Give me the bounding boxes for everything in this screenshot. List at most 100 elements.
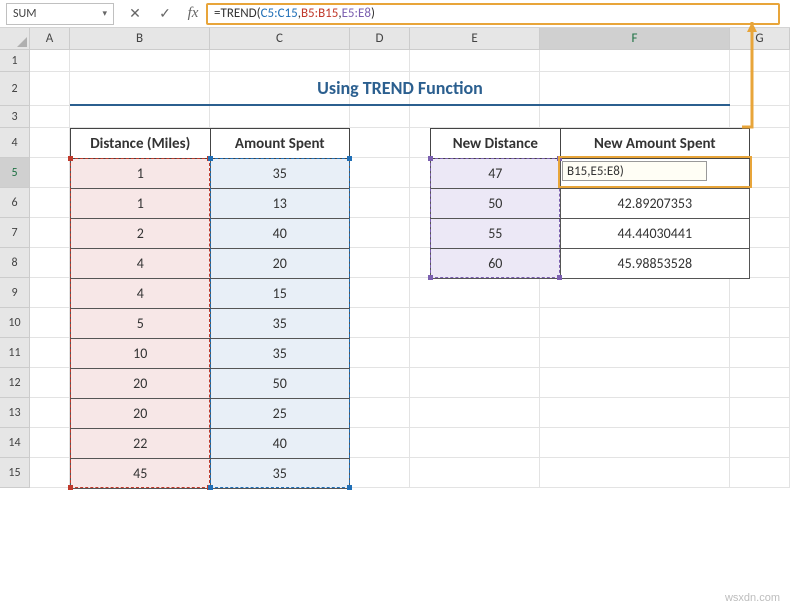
cell[interactable] bbox=[350, 368, 410, 398]
row-header-13[interactable]: 13 bbox=[0, 398, 30, 428]
cell-amount[interactable]: 50 bbox=[210, 369, 350, 399]
cell[interactable] bbox=[730, 338, 790, 368]
cell-amount[interactable]: 40 bbox=[210, 219, 350, 249]
cell[interactable] bbox=[350, 458, 410, 488]
cell[interactable] bbox=[30, 308, 70, 338]
cell[interactable] bbox=[350, 308, 410, 338]
cell[interactable] bbox=[350, 338, 410, 368]
cell[interactable] bbox=[350, 106, 410, 128]
cell[interactable] bbox=[350, 428, 410, 458]
select-all-corner[interactable] bbox=[0, 28, 30, 50]
cell[interactable] bbox=[410, 338, 540, 368]
cell[interactable] bbox=[350, 72, 410, 106]
cell-amount[interactable]: 15 bbox=[210, 279, 350, 309]
cell[interactable] bbox=[410, 368, 540, 398]
cell-distance[interactable]: 20 bbox=[71, 399, 211, 429]
cell-distance[interactable]: 5 bbox=[71, 309, 211, 339]
cell[interactable] bbox=[350, 248, 410, 278]
cell-amount[interactable]: 35 bbox=[210, 309, 350, 339]
fx-icon[interactable]: fx bbox=[180, 5, 206, 22]
col-header-E[interactable]: E bbox=[410, 28, 540, 50]
row-header-6[interactable]: 6 bbox=[0, 188, 30, 218]
cell[interactable] bbox=[350, 398, 410, 428]
cell[interactable] bbox=[540, 458, 730, 488]
cell-amount[interactable]: 25 bbox=[210, 399, 350, 429]
cell[interactable] bbox=[540, 428, 730, 458]
cell[interactable] bbox=[410, 106, 540, 128]
cell-new-amount[interactable]: 44.44030441 bbox=[560, 219, 749, 249]
cell[interactable] bbox=[70, 50, 210, 72]
row-header-11[interactable]: 11 bbox=[0, 338, 30, 368]
cell-amount[interactable]: 40 bbox=[210, 429, 350, 459]
cell[interactable] bbox=[350, 188, 410, 218]
cell-amount[interactable]: 35 bbox=[210, 459, 350, 489]
cell-distance[interactable]: 2 bbox=[71, 219, 211, 249]
cell-distance[interactable]: 10 bbox=[71, 339, 211, 369]
cell[interactable] bbox=[30, 368, 70, 398]
cell[interactable] bbox=[540, 398, 730, 428]
col-header-G[interactable]: G bbox=[730, 28, 790, 50]
formula-input[interactable]: =TREND(C5:C15,B5:B15,E5:E8) bbox=[206, 3, 780, 25]
cell[interactable] bbox=[540, 338, 730, 368]
cell-amount[interactable]: 13 bbox=[210, 189, 350, 219]
cell[interactable] bbox=[410, 398, 540, 428]
cell[interactable] bbox=[30, 428, 70, 458]
cell[interactable] bbox=[30, 218, 70, 248]
cell-amount[interactable]: 35 bbox=[210, 339, 350, 369]
cell[interactable] bbox=[210, 72, 350, 106]
cell[interactable] bbox=[730, 308, 790, 338]
cell[interactable] bbox=[350, 128, 410, 158]
cell[interactable] bbox=[30, 158, 70, 188]
cell[interactable] bbox=[210, 106, 350, 128]
cell-amount[interactable]: 35 bbox=[210, 159, 350, 189]
cell[interactable] bbox=[70, 106, 210, 128]
cell[interactable] bbox=[30, 398, 70, 428]
cell-new-amount[interactable]: 45.98853528 bbox=[560, 249, 749, 279]
table-a-header-distance[interactable]: Distance (Miles) bbox=[71, 129, 211, 159]
table-b-header-new-distance[interactable]: New Distance bbox=[431, 129, 561, 159]
cell[interactable] bbox=[210, 50, 350, 72]
cell-new-amount[interactable]: 42.89207353 bbox=[560, 189, 749, 219]
cell-grid[interactable]: 1 2 3 4 5 6 7 8 9 10 11 12 13 14 15 Usin… bbox=[0, 50, 790, 488]
cell[interactable] bbox=[540, 72, 730, 106]
table-a-header-amount[interactable]: Amount Spent bbox=[210, 129, 350, 159]
cell-distance[interactable]: 4 bbox=[71, 279, 211, 309]
row-header-3[interactable]: 3 bbox=[0, 106, 30, 128]
cell-distance[interactable]: 20 bbox=[71, 369, 211, 399]
cell[interactable] bbox=[730, 50, 790, 72]
cell[interactable] bbox=[730, 72, 790, 106]
col-header-C[interactable]: C bbox=[210, 28, 350, 50]
cell[interactable] bbox=[410, 278, 540, 308]
col-header-F[interactable]: F bbox=[540, 28, 730, 50]
name-box[interactable]: SUM ▾ bbox=[6, 3, 114, 25]
row-header-10[interactable]: 10 bbox=[0, 308, 30, 338]
cell-new-distance[interactable]: 50 bbox=[431, 189, 561, 219]
cell-new-distance[interactable]: 47 bbox=[431, 159, 561, 189]
cell[interactable] bbox=[30, 128, 70, 158]
cell-distance[interactable]: 45 bbox=[71, 459, 211, 489]
cell-distance[interactable]: 22 bbox=[71, 429, 211, 459]
enter-icon[interactable]: ✓ bbox=[152, 3, 178, 25]
cell[interactable] bbox=[730, 278, 790, 308]
cell[interactable] bbox=[350, 158, 410, 188]
cell-amount[interactable]: 20 bbox=[210, 249, 350, 279]
col-header-A[interactable]: A bbox=[30, 28, 70, 50]
cell[interactable] bbox=[350, 50, 410, 72]
cell[interactable] bbox=[350, 218, 410, 248]
cell[interactable] bbox=[410, 428, 540, 458]
cell-new-distance[interactable]: 60 bbox=[431, 249, 561, 279]
name-box-dropdown-icon[interactable]: ▾ bbox=[102, 8, 107, 19]
row-header-1[interactable]: 1 bbox=[0, 50, 30, 72]
cell[interactable] bbox=[350, 278, 410, 308]
cell[interactable] bbox=[70, 72, 210, 106]
cell[interactable] bbox=[30, 278, 70, 308]
row-header-14[interactable]: 14 bbox=[0, 428, 30, 458]
cell-distance[interactable]: 4 bbox=[71, 249, 211, 279]
cell[interactable] bbox=[730, 368, 790, 398]
cell-new-distance[interactable]: 55 bbox=[431, 219, 561, 249]
row-header-12[interactable]: 12 bbox=[0, 368, 30, 398]
cell[interactable] bbox=[540, 50, 730, 72]
cell[interactable] bbox=[730, 106, 790, 128]
row-header-5[interactable]: 5 bbox=[0, 158, 30, 188]
cell-distance[interactable]: 1 bbox=[71, 159, 211, 189]
